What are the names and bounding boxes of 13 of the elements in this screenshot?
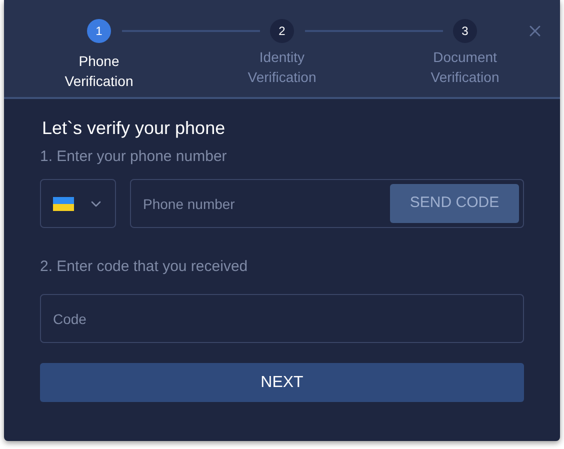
section-heading: 2. Enter code that you received <box>40 257 249 277</box>
step-label: Phone Verification <box>64 52 134 91</box>
country-select[interactable] <box>40 179 116 228</box>
step-label: Identity Verification <box>246 48 318 87</box>
step-number: 1 <box>87 19 111 43</box>
step-number: 3 <box>453 19 477 43</box>
step-label: Document Verification <box>430 48 500 87</box>
next-button[interactable]: NEXT <box>40 363 524 402</box>
section-heading: 1. Enter your phone number <box>40 147 228 167</box>
flag-icon <box>53 196 74 210</box>
page-title: Let`s verify your phone <box>42 117 226 140</box>
code-field[interactable]: Code <box>40 294 524 343</box>
step-number: 2 <box>270 19 294 43</box>
